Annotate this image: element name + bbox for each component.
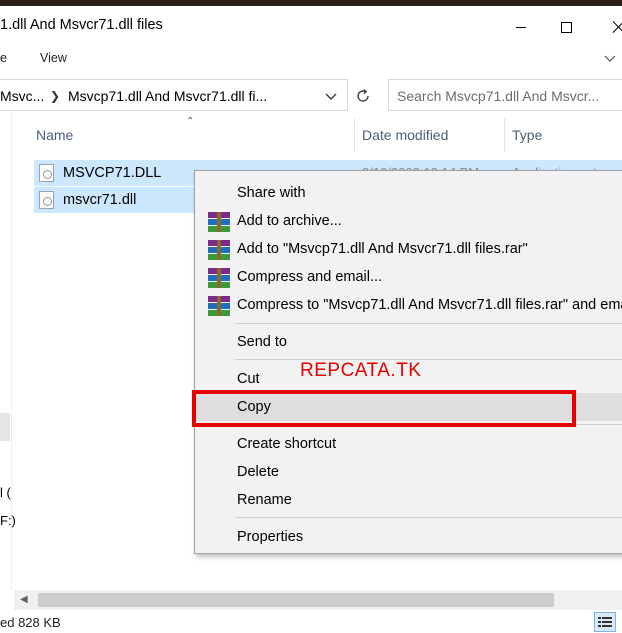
chevron-down-icon[interactable] (604, 52, 616, 64)
window-title: 1.dll And Msvcr71.dll files (0, 17, 163, 33)
navigation-pane[interactable]: l ( F:) (0, 113, 16, 589)
sort-up-icon: ⌃ (186, 116, 195, 127)
minimize-icon (516, 26, 526, 28)
search-input[interactable]: Search Msvcp71.dll And Msvcr... (388, 79, 622, 111)
details-view-icon (598, 617, 612, 627)
maximize-icon (560, 21, 572, 33)
nav-item-drive[interactable]: l ( (0, 485, 11, 500)
menu-divider (235, 359, 622, 360)
winrar-icon (208, 296, 230, 316)
menu-item-share-with[interactable]: Share with (195, 179, 622, 207)
winrar-icon (208, 268, 230, 288)
file-name: msvcr71.dll (63, 192, 137, 208)
breadcrumb-current[interactable]: Msvcp71.dll And Msvcr71.dll fi... (68, 88, 267, 104)
column-divider[interactable] (504, 118, 505, 152)
menu-item-delete[interactable]: Delete (195, 458, 622, 486)
details-view-button[interactable] (594, 612, 616, 632)
dll-file-icon (39, 164, 54, 182)
close-button[interactable] (596, 12, 622, 42)
minimize-button[interactable] (498, 12, 544, 42)
menu-item-add-to-archive[interactable]: Add to archive... (195, 207, 622, 235)
address-row: Msvc... ❯ Msvcp71.dll And Msvcr71.dll fi… (0, 79, 622, 113)
nav-selected-item[interactable] (0, 413, 10, 441)
chevron-down-icon[interactable] (325, 90, 337, 102)
menu-item-compress-email[interactable]: Compress and email... (195, 263, 622, 291)
breadcrumb-parent[interactable]: Msvc... (0, 88, 44, 104)
close-icon (613, 21, 622, 33)
menu-item-create-shortcut[interactable]: Create shortcut (195, 430, 622, 458)
address-bar[interactable]: Msvc... ❯ Msvcp71.dll And Msvcr71.dll fi… (0, 79, 348, 111)
menu-item-rename[interactable]: Rename (195, 486, 622, 514)
highlight-box (192, 390, 576, 427)
chevron-right-icon[interactable]: ❯ (50, 89, 60, 103)
refresh-button[interactable] (350, 83, 376, 109)
title-bar: 1.dll And Msvcr71.dll files (0, 6, 622, 46)
menu-item-compress-rar-email[interactable]: Compress to "Msvcp71.dll And Msvcr71.dll… (195, 291, 622, 319)
maximize-button[interactable] (543, 12, 589, 42)
ribbon-tabs: e View (0, 46, 622, 72)
menu-divider (235, 323, 622, 324)
horizontal-scrollbar[interactable]: ◀ (14, 590, 622, 610)
tab-view[interactable]: View (40, 51, 67, 65)
menu-item-add-to-rar[interactable]: Add to "Msvcp71.dll And Msvcr71.dll file… (195, 235, 622, 263)
menu-item-properties[interactable]: Properties (195, 523, 622, 551)
column-type[interactable]: Type (512, 127, 542, 143)
refresh-icon (357, 89, 369, 102)
scroll-left-icon[interactable]: ◀ (20, 594, 28, 605)
winrar-icon (208, 212, 230, 232)
watermark-text: REPCATA.TK (300, 360, 422, 381)
column-name[interactable]: Name (36, 127, 73, 143)
menu-divider (235, 517, 622, 518)
search-placeholder: Search Msvcp71.dll And Msvcr... (397, 88, 600, 104)
column-divider[interactable] (354, 118, 355, 152)
column-date-modified[interactable]: Date modified (362, 127, 448, 143)
status-bar: ed 828 KB (0, 612, 622, 633)
file-name: MSVCP71.DLL (63, 165, 162, 181)
menu-item-send-to[interactable]: Send to (195, 328, 622, 356)
dll-file-icon (39, 191, 54, 209)
winrar-icon (208, 240, 230, 260)
nav-item-drive-f[interactable]: F:) (0, 513, 16, 528)
tab-share[interactable]: e (0, 51, 7, 65)
status-text: ed 828 KB (0, 615, 61, 630)
scrollbar-thumb[interactable] (38, 593, 554, 607)
